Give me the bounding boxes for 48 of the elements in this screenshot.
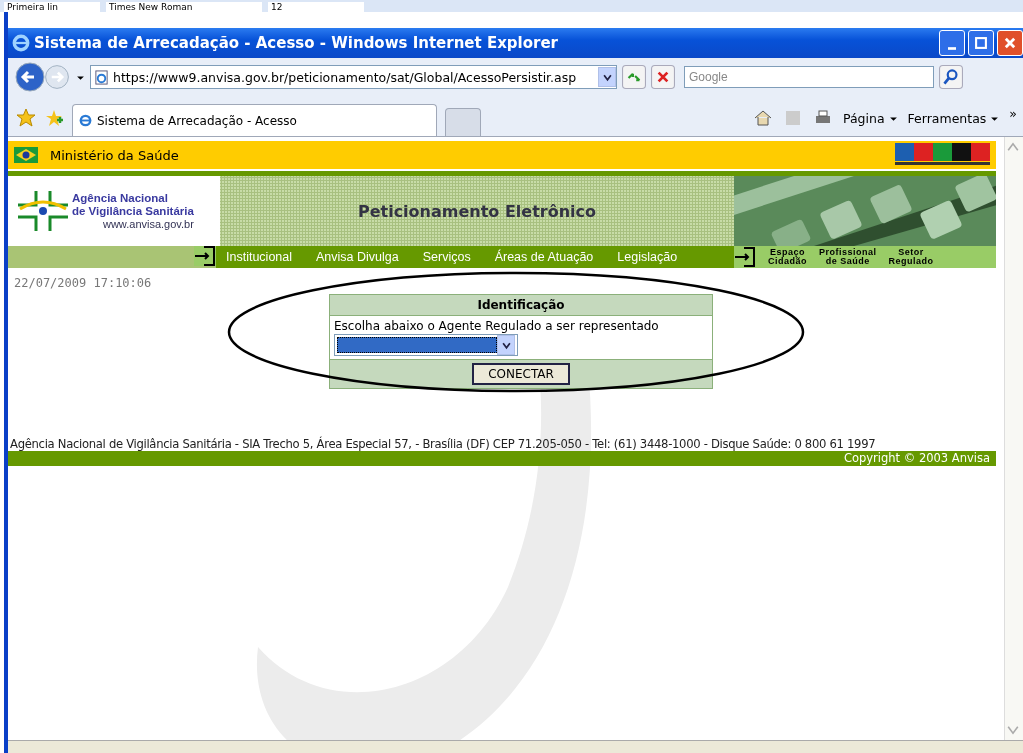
agency-logo-icon — [16, 189, 70, 233]
close-icon — [1003, 36, 1017, 50]
browser-logo-icon — [12, 34, 30, 52]
window-title: Sistema de Arrecadação - Acesso - Windows Internet Explorer — [34, 34, 559, 52]
search-button[interactable] — [939, 65, 963, 89]
browser-tab[interactable]: Sistema de Arrecadação - Acesso — [72, 104, 437, 136]
agency-url: www.anvisa.gov.br — [103, 218, 194, 230]
banner-title: Peticionamento Eletrônico — [357, 201, 597, 221]
agency-name: de Vigilância Sanitária — [72, 205, 194, 218]
back-button[interactable] — [14, 61, 46, 93]
stop-button[interactable] — [651, 65, 675, 89]
audience-link[interactable]: Setor Regulado — [888, 248, 934, 266]
ministry-name: Ministério da Saúde — [50, 147, 179, 163]
font-field[interactable]: Times New Roman — [106, 2, 262, 12]
browser-logo-icon — [78, 113, 93, 128]
home-icon[interactable] — [752, 108, 773, 128]
date-time: 22/07/2009 17:10:06 — [14, 276, 153, 290]
address-field[interactable]: https://www9.anvisa.gov.br/peticionamento/sat/Global/AcessoPersistir.asp — [90, 65, 617, 89]
flag-icon — [14, 147, 38, 163]
size-field[interactable]: 12 — [268, 2, 364, 12]
chevron-icon — [501, 340, 511, 350]
tools-menu[interactable]: Ferramentas — [907, 111, 987, 126]
copyright: Copyright © 2003 Anvisa — [843, 451, 990, 466]
agent-dropdown[interactable] — [334, 334, 518, 356]
minimize-icon — [948, 46, 956, 50]
form-prompt: Escolha abaixo o Agente Regulado a ser representado — [334, 319, 659, 333]
more-button[interactable]: » — [1009, 106, 1017, 121]
favorites-star-icon[interactable] — [16, 108, 36, 128]
add-favorite-icon[interactable] — [44, 108, 64, 128]
chevron-icon[interactable] — [602, 72, 612, 82]
audience-link[interactable]: Profissional de Saúde — [819, 248, 877, 266]
search-field[interactable]: Google — [684, 66, 934, 88]
audience-link[interactable]: Espaço Cidadão — [768, 248, 807, 266]
page-menu[interactable]: Página — [842, 111, 885, 126]
maximize-icon — [974, 36, 988, 50]
form-title: Identificação — [330, 295, 712, 316]
minimize-button[interactable] — [939, 30, 965, 56]
connect-button[interactable]: CONECTAR — [472, 363, 570, 385]
footer-address: Agência Nacional de Vigilância Sanitária - SIA Trecho 5, Área Especial 57, - Brasília (DF) CEP 71.205-050 - Tel: (61) 3448-1000 - Disque Saúde: 0 800 61 1997 — [10, 437, 877, 451]
caret-icon[interactable] — [888, 114, 898, 123]
caret-icon[interactable] — [990, 114, 1000, 123]
page-icon — [94, 69, 109, 85]
enter-icon — [194, 246, 216, 266]
agency-name: Agência Nacional — [72, 192, 169, 205]
refresh-button[interactable] — [622, 65, 646, 89]
maximize-button[interactable] — [968, 30, 994, 56]
close-button[interactable] — [997, 30, 1023, 56]
style-field[interactable]: Primeira lin — [4, 2, 100, 12]
